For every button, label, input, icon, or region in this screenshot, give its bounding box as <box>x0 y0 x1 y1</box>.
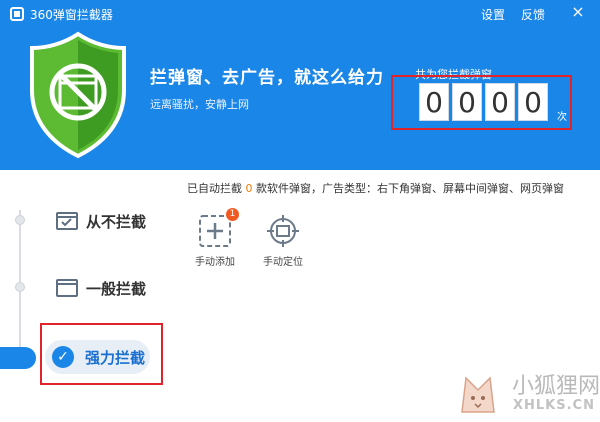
crosshair-icon <box>266 214 300 248</box>
window-icon <box>56 279 78 297</box>
annotation-box-counter <box>391 75 572 130</box>
track-dot <box>15 215 25 225</box>
app-title: 360弹窗拦截器 <box>30 8 113 22</box>
app-logo-icon <box>10 7 24 21</box>
watermark-text: 小狐狸网 <box>512 374 600 399</box>
checkbox-window-icon <box>56 212 78 230</box>
blocked-count: 0 <box>245 182 253 195</box>
settings-link[interactable]: 设置 <box>481 6 505 23</box>
shield-icon <box>30 31 126 159</box>
watermark-subtext: XHLKS.CN <box>513 398 595 413</box>
manual-add-label: 手动添加 <box>195 257 235 268</box>
mode-label: 从不拦截 <box>86 213 147 231</box>
hero-subline: 远离骚扰，安静上网 <box>150 98 249 111</box>
hero-headline: 拦弹窗、去广告，就这么给力 <box>150 68 384 88</box>
add-icon <box>198 214 232 248</box>
block-summary: 已自动拦截 0 款软件弹窗，广告类型：右下角弹窗、屏幕中间弹窗、网页弹窗 <box>187 182 564 195</box>
feedback-link[interactable]: 反馈 <box>521 6 545 23</box>
notification-badge: 1 <box>226 208 239 221</box>
header-banner: 360弹窗拦截器 设置 反馈 × 拦弹窗、去广告，就这么给力 远离骚扰，安静上网… <box>0 0 600 170</box>
annotation-box-mode <box>40 323 163 385</box>
active-mode-indicator <box>0 347 36 369</box>
close-button[interactable]: × <box>566 0 590 24</box>
track-dot <box>15 282 25 292</box>
title-bar: 360弹窗拦截器 设置 反馈 × <box>0 0 600 28</box>
manual-locate-button[interactable]: 手动定位 <box>248 214 318 268</box>
mode-label: 一般拦截 <box>86 280 147 298</box>
manual-add-button[interactable]: 手动添加 <box>180 214 250 268</box>
manual-locate-label: 手动定位 <box>263 257 303 268</box>
